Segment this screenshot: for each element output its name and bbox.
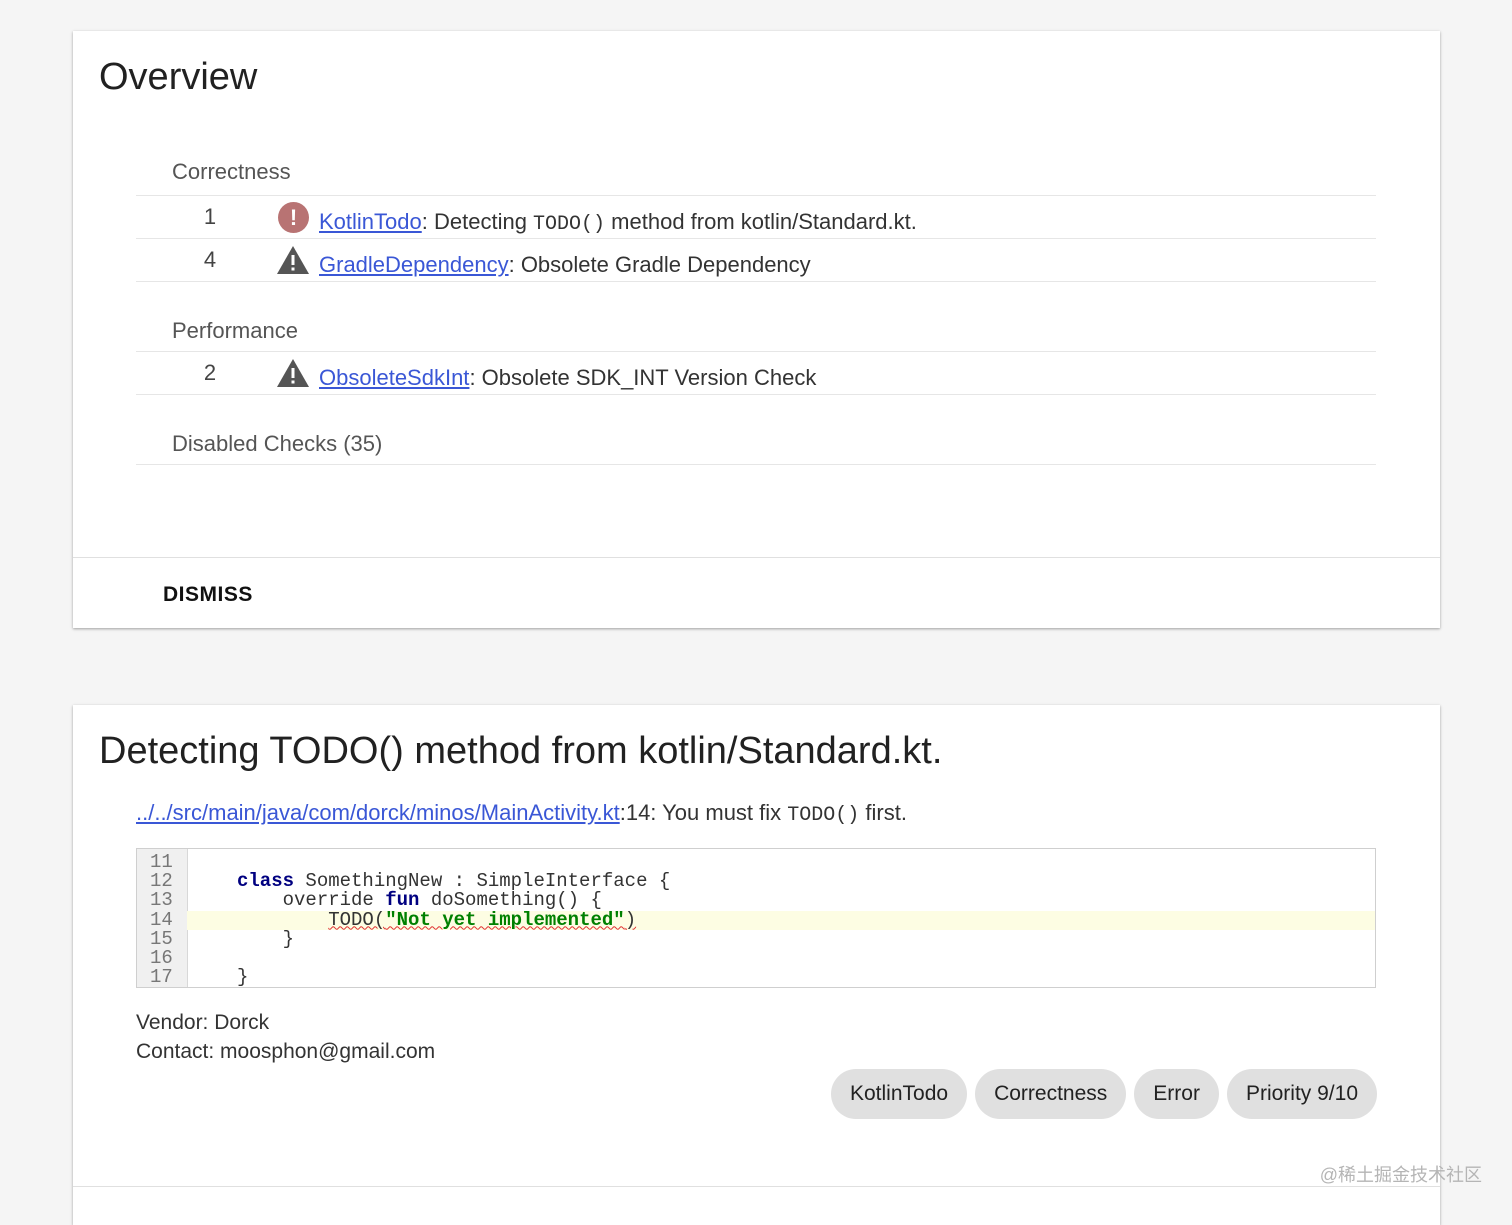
warning-icon: [276, 358, 310, 390]
card-divider: [73, 557, 1440, 558]
line-number: 16: [150, 947, 173, 969]
watermark: @稀土掘金技术社区: [1319, 1165, 1482, 1185]
code-text: }: [282, 927, 295, 950]
issue-description: KotlinTodo: Detecting TODO() method from…: [319, 209, 917, 236]
error-icon: !: [276, 202, 310, 234]
code-line: 14 TODO("Not yet implemented"): [137, 908, 1375, 931]
overview-title: Overview: [99, 56, 258, 98]
inline-code: TODO(): [533, 213, 606, 236]
disabled-checks-row[interactable]: Disabled Checks (35): [136, 395, 1376, 465]
category-label: Performance: [172, 318, 298, 343]
issue-row-gradledependency: 4 GradleDependency: Obsolete Gradle Depe…: [136, 239, 1376, 282]
line-number: 14: [137, 910, 187, 930]
issue-location: ../../src/main/java/com/dorck/minos/Main…: [136, 800, 907, 827]
issue-detail-title: Detecting TODO() method from kotlin/Stan…: [99, 730, 943, 772]
code-text: class SomethingNew : SimpleInterface {: [237, 870, 671, 893]
contact-info: Contact: moosphon@gmail.com: [136, 1040, 436, 1063]
issue-count: 4: [203, 247, 217, 272]
issue-row-kotlintodo: 1 ! KotlinTodo: Detecting TODO() method …: [136, 196, 1376, 239]
issue-description: GradleDependency: Obsolete Gradle Depend…: [319, 252, 811, 277]
code-text: }: [237, 966, 249, 988]
line-number: 11: [150, 851, 173, 873]
vendor-info: Vendor: Dorck: [136, 1011, 270, 1034]
overview-card: Overview Correctness 1 ! KotlinTodo: Det…: [73, 31, 1440, 628]
code-text: TODO("Not yet implemented"): [328, 908, 637, 931]
issue-count: 1: [203, 204, 217, 229]
code-line: 11: [137, 853, 1375, 872]
disabled-checks-label: Disabled Checks (35): [172, 431, 383, 456]
code-line: 12 class SomethingNew : SimpleInterface {: [137, 872, 1375, 891]
code-line: 13 override fun doSomething() {: [137, 891, 1375, 910]
issue-link-kotlintodo[interactable]: KotlinTodo: [319, 209, 422, 234]
chip-category[interactable]: Correctness: [975, 1069, 1127, 1119]
card-divider: [73, 1186, 1440, 1187]
code-text: override fun doSomething() {: [282, 889, 602, 912]
category-header-correctness: Correctness: [136, 149, 1376, 196]
overview-table: Correctness 1 ! KotlinTodo: Detecting TO…: [136, 149, 1376, 465]
file-link[interactable]: ../../src/main/java/com/dorck/minos/Main…: [136, 800, 620, 825]
issue-chips: KotlinTodo Correctness Error Priority 9/…: [831, 1069, 1377, 1119]
code-line: 17}: [137, 968, 1375, 987]
inline-code: TODO(): [787, 804, 860, 827]
warning-icon: [276, 245, 310, 277]
code-line: 15 }: [137, 927, 1375, 950]
issue-link-gradledependency[interactable]: GradleDependency: [319, 252, 509, 277]
code-line: 16: [137, 949, 1375, 968]
issue-description: ObsoleteSdkInt: Obsolete SDK_INT Version…: [319, 365, 817, 390]
issue-detail-card: Detecting TODO() method from kotlin/Stan…: [73, 705, 1440, 1225]
dismiss-button[interactable]: DISMISS: [153, 579, 263, 611]
line-number: 15: [150, 927, 173, 950]
category-label: Correctness: [172, 159, 291, 184]
issue-row-obsoletesdkint: 2 ObsoleteSdkInt: Obsolete SDK_INT Versi…: [136, 352, 1376, 395]
line-number: 17: [150, 966, 173, 988]
chip-issue-id[interactable]: KotlinTodo: [831, 1069, 968, 1119]
line-number: 12: [150, 870, 173, 893]
line-number: 13: [150, 889, 173, 912]
category-header-performance: Performance: [136, 282, 1376, 352]
code-snippet: 11 12 class SomethingNew : SimpleInterface…: [136, 848, 1376, 988]
issue-link-obsoletesdkint[interactable]: ObsoleteSdkInt: [319, 365, 469, 390]
issue-count: 2: [203, 360, 217, 385]
chip-priority[interactable]: Priority 9/10: [1226, 1069, 1377, 1119]
chip-severity[interactable]: Error: [1134, 1069, 1219, 1119]
